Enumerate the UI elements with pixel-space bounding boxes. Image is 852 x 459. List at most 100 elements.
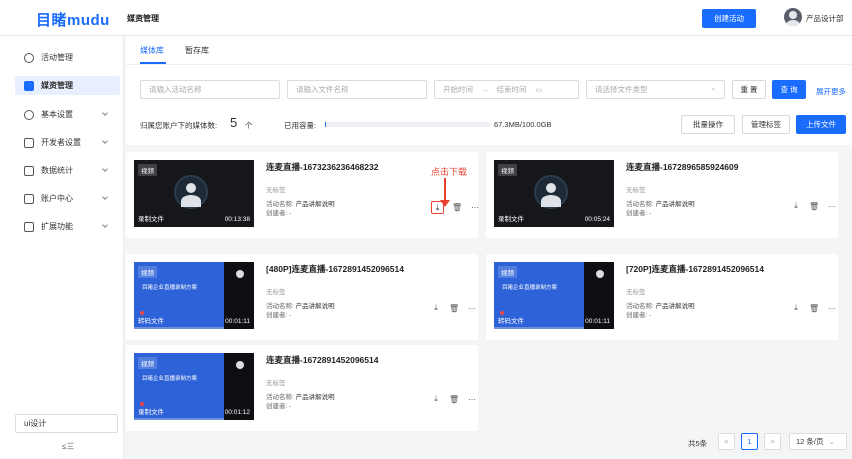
sidebar-item-settings[interactable]: 基本设置 <box>15 105 121 124</box>
activity-name: 产品讲解说明 <box>295 201 335 208</box>
media-card[interactable]: 视频 录制文件 00:13:38 连麦直播-1673236236468232 无标签 活动… <box>126 152 480 238</box>
delete-icon[interactable]: 🗑 <box>449 304 459 313</box>
brand-logo[interactable]: 目睹mudu <box>36 9 110 30</box>
media-title[interactable]: [720P]连麦直播-1672891452096514 <box>626 263 764 275</box>
media-card[interactable]: 目睹企业直播录制方案 视频 转码文件 00:01:11 [720P]连麦直播-16728… <box>486 254 838 340</box>
media-count-unit: 个 <box>245 121 253 130</box>
sidebar-item-label: 活动管理 <box>41 53 73 62</box>
file-type-select[interactable]: 请选择文件类型 ⌄ <box>586 80 725 99</box>
avatar[interactable] <box>784 8 802 26</box>
creator-label: 创建者: <box>266 312 288 319</box>
more-icon[interactable]: ⋯ <box>827 304 837 313</box>
globe-icon <box>24 52 34 63</box>
video-thumbnail[interactable]: 视频 录制文件 00:13:38 <box>134 160 254 227</box>
next-page-button[interactable]: > <box>764 433 781 450</box>
more-icon[interactable]: ⋯ <box>467 304 477 313</box>
file-name-input[interactable]: 请输入文件名称 <box>287 80 427 99</box>
download-icon[interactable]: ⤓ <box>791 201 801 211</box>
activity-name-input[interactable]: 请输入活动名称 <box>140 80 280 99</box>
type-badge: 视频 <box>498 266 517 278</box>
query-button[interactable]: 查 询 <box>772 80 806 99</box>
tab-media-library[interactable]: 媒体库 <box>140 45 164 56</box>
delete-icon[interactable]: 🗑 <box>452 203 462 212</box>
sidebar-item-stats[interactable]: 数据统计 <box>15 161 121 180</box>
date-range-picker[interactable]: 开始时间 → 结束时间 ▭ <box>434 80 579 99</box>
tabs-divider <box>126 64 852 65</box>
video-thumbnail[interactable]: 目睹企业直播录制方案 视频 录制文件 00:01:12 <box>134 353 254 420</box>
chevron-down-icon: ⌄ <box>828 437 835 446</box>
usage-bar-fill <box>325 122 326 127</box>
download-icon[interactable]: ⤓ <box>431 394 441 404</box>
sidebar-item-account[interactable]: 账户中心 <box>15 189 121 208</box>
media-title[interactable]: 连麦直播-1672891452096514 <box>266 354 378 366</box>
card-actions: ⤓ 🗑 ⋯ <box>791 303 837 313</box>
duration-label: 00:13:38 <box>224 216 250 223</box>
creator-value: - <box>649 312 652 319</box>
chart-icon <box>24 165 34 176</box>
activity-name: 产品讲解说明 <box>295 303 335 310</box>
page-button-current[interactable]: 1 <box>741 433 758 450</box>
logo-part-b: mudu <box>67 12 110 29</box>
collapse-sidebar-icon[interactable]: ≤三 <box>62 441 74 452</box>
more-icon[interactable]: ⋯ <box>827 202 837 211</box>
reset-button[interactable]: 重 置 <box>732 80 766 99</box>
create-activity-button[interactable]: 创建活动 <box>702 9 756 28</box>
batch-operation-button[interactable]: 批量操作 <box>681 115 735 134</box>
page-size-select[interactable]: 12 条/页 ⌄ <box>789 433 847 450</box>
sidebar-item-label: 媒资管理 <box>41 81 73 90</box>
sidebar-item-developer[interactable]: 开发者设置 <box>15 133 121 152</box>
more-icon[interactable]: ⋯ <box>467 395 477 404</box>
sidebar-item-activity[interactable]: 活动管理 <box>15 48 121 67</box>
delete-icon[interactable]: 🗑 <box>809 202 819 211</box>
page-size-value: 12 条/页 <box>796 437 824 446</box>
callout-arrowhead-icon <box>440 200 450 207</box>
manage-tags-button[interactable]: 管理标签 <box>742 115 790 134</box>
default-avatar-icon <box>174 175 208 209</box>
more-icon[interactable]: ⋯ <box>470 203 480 212</box>
sidebar-item-label: 数据统计 <box>41 166 73 175</box>
download-icon[interactable]: ⤓ <box>791 303 801 313</box>
file-kind-label: 转码文件 <box>138 318 164 325</box>
calendar-icon: ▭ <box>535 86 543 94</box>
creator-label: 创建者: <box>626 312 648 319</box>
media-card[interactable]: 目睹企业直播录制方案 视频 录制文件 00:01:12 连麦直播-16728914520… <box>126 345 478 431</box>
expand-more-link[interactable]: 展开更多 <box>816 86 846 97</box>
card-actions: ⤓ 🗑 ⋯ <box>431 201 480 214</box>
file-kind-label: 录制文件 <box>138 409 164 416</box>
sidebar-item-media[interactable]: 媒资管理 <box>15 76 120 95</box>
media-card[interactable]: 目睹企业直播录制方案 视频 转码文件 00:01:11 [480P]连麦直播-16728… <box>126 254 478 340</box>
thumb-progress <box>494 327 584 329</box>
duration-label: 00:01:12 <box>224 409 250 416</box>
workspace-selector[interactable]: ui设计 <box>15 414 118 433</box>
file-kind-label: 录制文件 <box>498 216 524 223</box>
chevron-down-icon <box>102 138 108 144</box>
chevron-down-icon <box>102 222 108 228</box>
slide-text: 目睹企业直播录制方案 <box>502 285 558 291</box>
creator-label: 创建者: <box>626 210 648 217</box>
presenter-icon <box>596 270 604 278</box>
media-title[interactable]: 连麦直播-1672896585924609 <box>626 161 738 173</box>
video-thumbnail[interactable]: 视频 录制文件 00:05:24 <box>494 160 614 227</box>
media-card[interactable]: 视频 录制文件 00:05:24 连麦直播-1672896585924609 无标签 活动… <box>486 152 838 238</box>
tab-staging[interactable]: 暂存库 <box>185 45 209 56</box>
video-thumbnail[interactable]: 目睹企业直播录制方案 视频 转码文件 00:01:11 <box>134 262 254 329</box>
file-type-placeholder: 请选择文件类型 <box>595 85 648 94</box>
download-icon[interactable]: ⤓ <box>431 303 441 313</box>
media-title[interactable]: [480P]连麦直播-1672891452096514 <box>266 263 404 275</box>
sidebar-item-extensions[interactable]: 扩展功能 <box>15 217 121 236</box>
chevron-down-icon <box>102 110 108 116</box>
creator-info: 创建者: - <box>266 207 291 217</box>
media-title[interactable]: 连麦直播-1673236236468232 <box>266 161 378 173</box>
video-thumbnail[interactable]: 目睹企业直播录制方案 视频 转码文件 00:01:11 <box>494 262 614 329</box>
delete-icon[interactable]: 🗑 <box>809 304 819 313</box>
user-name[interactable]: 产品设计部 <box>806 13 844 24</box>
type-badge: 视频 <box>138 266 157 278</box>
card-actions: ⤓ 🗑 ⋯ <box>431 303 477 313</box>
media-count-label: 归属您账户下的媒体数: <box>140 121 218 130</box>
delete-icon[interactable]: 🗑 <box>449 395 459 404</box>
upload-file-button[interactable]: 上传文件 <box>796 115 846 134</box>
chevron-down-icon <box>102 166 108 172</box>
prev-page-button[interactable]: < <box>718 433 735 450</box>
sidebar-item-label: 开发者设置 <box>41 138 81 147</box>
start-date: 开始时间 <box>443 85 473 94</box>
